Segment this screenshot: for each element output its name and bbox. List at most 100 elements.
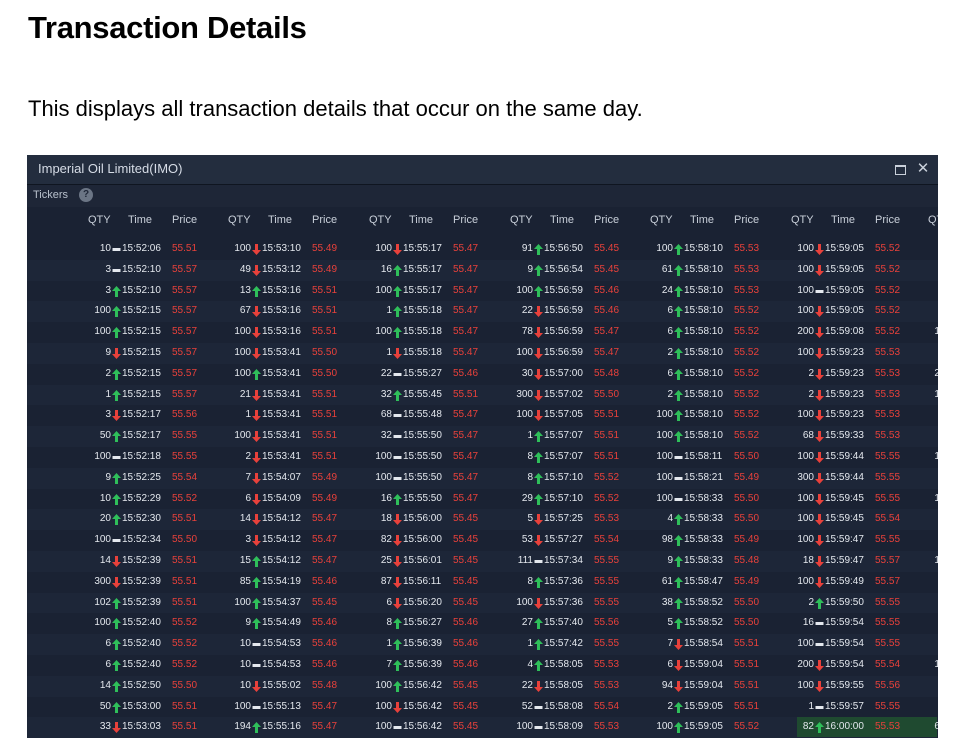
trade-time: 15:55:18 [403,326,442,338]
trade-price: 55.51 [172,555,198,566]
flat-dash-icon [252,639,261,650]
trade-qty: 22 [380,367,392,379]
trade-time: 15:53:00 [122,700,161,712]
trade-qty: 100 [234,326,251,338]
trade-qty: 100 [94,451,111,462]
trade-price: 55.52 [875,243,901,254]
header-price: Price [453,214,479,226]
trade-time: 15:59:23 [825,388,864,400]
trade-time: 15:59:05 [825,305,864,317]
trade-qty: 100 [797,263,814,275]
trade-time: 15:59:05 [684,700,723,712]
trade-qty: 16 [380,492,392,504]
trade-price: 55.53 [875,721,901,733]
trade-qty: 6 [667,326,673,338]
trade-time: 15:55:17 [403,263,442,275]
trade-time: 15:52:30 [122,513,161,525]
trade-qty: 100 [94,326,111,338]
up-arrow-icon [674,597,683,609]
trade-qty: 10 [239,638,251,650]
trade-time: 15:52:40 [122,659,161,670]
up-arrow-icon [112,660,121,671]
trade-qty: 1 [527,638,533,650]
trade-qty: 68 [380,409,392,421]
down-arrow-icon [252,431,261,443]
trade-qty: 6 [245,492,251,504]
trade-time: 15:54:19 [262,575,301,587]
down-arrow-icon [534,680,543,692]
trade-price: 55.47 [453,347,479,358]
trade-time: 15:59:49 [825,575,864,587]
trade-qty: 100 [934,555,938,566]
trade-price: 55.51 [594,409,620,421]
trade-qty: 100 [797,679,814,691]
trade-qty: 100 [934,326,938,338]
maximize-icon[interactable] [891,159,909,179]
trade-qty: 61 [661,575,673,587]
page-description: This displays all transaction details th… [28,96,643,121]
down-arrow-icon [393,556,402,567]
up-arrow-icon [252,722,261,734]
down-arrow-icon [112,576,121,588]
up-arrow-icon [112,368,121,380]
trade-price: 55.47 [453,451,479,462]
up-arrow-icon [252,576,261,588]
trade-qty: 21 [239,388,251,400]
trade-price: 55.53 [875,388,901,400]
help-icon[interactable]: ? [79,188,93,202]
trade-qty: 82 [802,721,814,733]
trade-time: 15:55:17 [403,243,442,254]
trade-qty: 14 [99,679,111,691]
up-arrow-icon [112,285,121,297]
tickers-label[interactable]: Tickers [33,189,68,201]
trade-price: 55.47 [453,305,479,317]
trade-qty: 67 [239,305,251,317]
trade-time: 15:56:00 [403,534,442,546]
trade-qty: 6 [386,596,392,608]
trade-time: 15:52:15 [122,326,161,338]
trade-price: 55.51 [594,451,620,462]
down-arrow-icon [252,493,261,505]
down-arrow-icon [815,660,824,671]
trade-time: 15:58:54 [684,638,723,650]
down-arrow-icon [252,327,261,339]
trade-price: 55.57 [172,347,198,358]
down-arrow-icon [534,535,543,547]
close-icon[interactable]: ✕ [914,159,932,179]
trade-time: 15:59:47 [825,534,864,546]
trade-price: 55.45 [453,534,479,546]
flat-dash-icon [393,410,402,421]
trade-price: 55.50 [312,367,338,379]
trade-price: 55.46 [453,659,479,670]
trade-price: 55.45 [453,679,479,691]
trade-price: 55.47 [594,326,620,338]
trade-time: 15:52:18 [122,451,161,462]
trade-price: 55.54 [594,700,620,712]
trade-time: 15:59:05 [825,284,864,296]
trade-qty: 3 [105,284,111,296]
up-arrow-icon [674,556,683,567]
trade-price: 55.53 [594,659,620,670]
trade-time: 15:57:07 [544,430,583,442]
trade-qty: 85 [239,575,251,587]
up-arrow-icon [534,285,543,297]
trade-qty: 7 [245,471,251,483]
trade-qty: 200 [797,326,814,338]
trade-price: 55.55 [875,700,901,712]
trade-qty: 2 [808,388,814,400]
trade-price: 55.47 [453,409,479,421]
down-arrow-icon [815,680,824,692]
down-arrow-icon [815,576,824,588]
up-arrow-icon [252,618,261,630]
trade-time: 15:56:01 [403,555,442,566]
trade-qty: 100 [797,638,814,650]
header-price: Price [734,214,760,226]
trade-time: 15:57:36 [544,596,583,608]
up-arrow-icon [112,597,121,609]
up-arrow-icon [112,306,121,318]
trade-qty: 5 [527,513,533,525]
trade-time: 15:53:41 [262,367,301,379]
trade-price: 55.52 [875,305,901,317]
trade-qty: 61 [921,430,938,441]
trade-qty: 10 [239,679,251,691]
